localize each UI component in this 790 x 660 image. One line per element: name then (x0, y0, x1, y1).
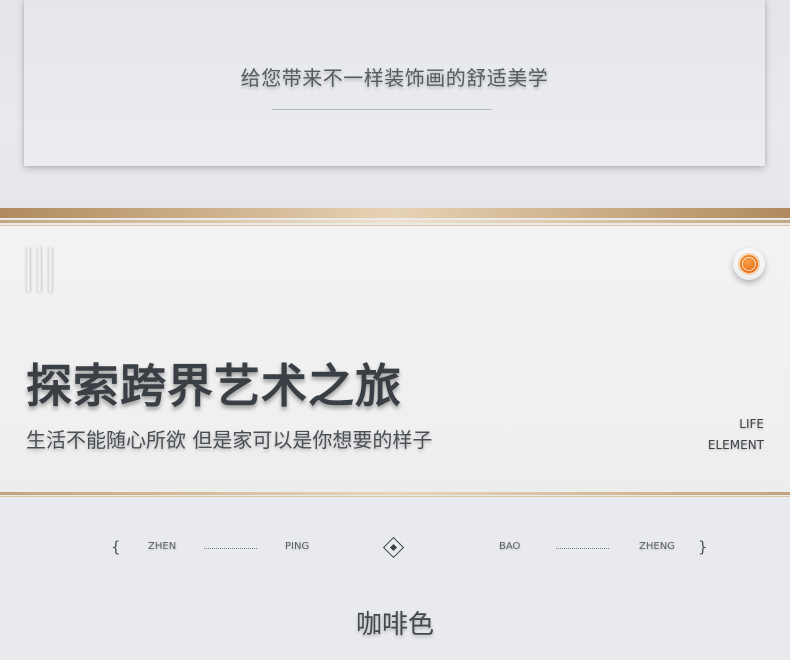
orange-orb-icon (733, 248, 765, 280)
gold-divider-line (0, 220, 790, 223)
hero-panel: 探索跨界艺术之旅 生活不能随心所欲 但是家可以是你想要的样子 LIFE ELEM… (0, 226, 790, 492)
bottom-gold-hairline (0, 496, 790, 497)
element-label: ELEMENT (707, 438, 764, 452)
life-element-label: LIFE ELEMENT (708, 414, 764, 456)
bottom-gold-line (0, 492, 790, 495)
pinyin-word: PING (285, 541, 310, 552)
open-brace: { (111, 538, 121, 556)
pinyin-word: ZHEN (148, 541, 177, 552)
gold-divider-band (0, 208, 790, 218)
hero-title: 探索跨界艺术之旅 (26, 359, 402, 413)
dotted-separator (204, 548, 257, 549)
life-label: LIFE (739, 417, 764, 431)
tagline-underline (272, 109, 492, 110)
bars-icon (26, 246, 56, 293)
tagline-card: 给您带来不一样装饰画的舒适美学 (24, 0, 765, 166)
color-name: 咖啡色 (355, 610, 434, 640)
diamond-icon (382, 536, 405, 559)
close-brace: } (698, 538, 708, 556)
pinyin-word: ZHENG (639, 541, 675, 552)
dotted-separator (556, 548, 609, 549)
pinyin-word: BAO (499, 541, 521, 552)
tagline-text: 给您带来不一样装饰画的舒适美学 (240, 66, 549, 90)
hero-subtitle: 生活不能随心所欲 但是家可以是你想要的样子 (26, 428, 433, 452)
